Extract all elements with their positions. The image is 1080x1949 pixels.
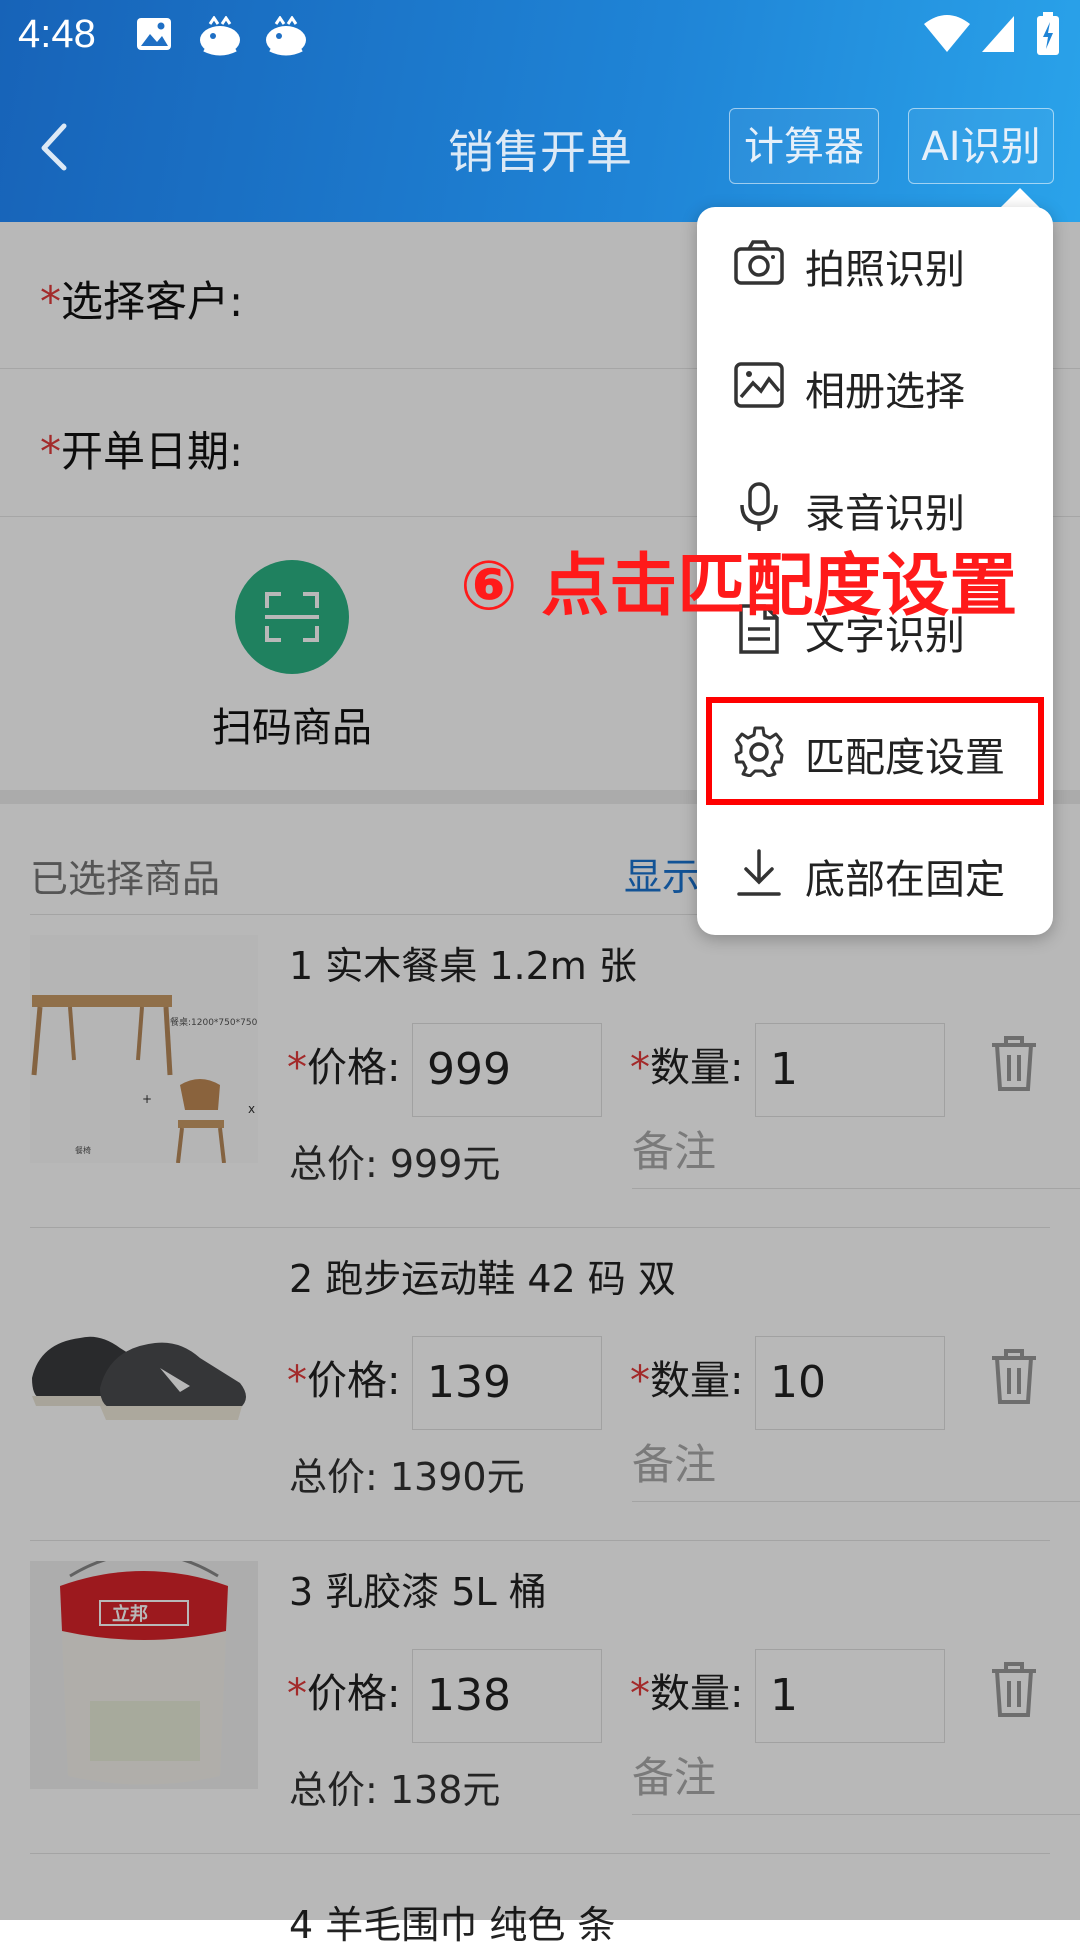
menu-item-label: 底部在固定 xyxy=(805,857,1005,903)
microphone-icon xyxy=(740,482,778,531)
app-header: 4:48 销售开单 计算器 AI识别 xyxy=(0,0,1080,222)
signal-icon xyxy=(982,16,1014,52)
camera-icon xyxy=(734,240,784,285)
status-time: 4:48 xyxy=(18,12,96,56)
menu-item-album-select[interactable]: 相册选择 xyxy=(697,329,1053,439)
highlight-box xyxy=(706,697,1044,805)
image-icon xyxy=(734,362,784,408)
calculator-button[interactable]: 计算器 xyxy=(729,108,879,184)
ai-recognize-button[interactable]: AI识别 xyxy=(908,108,1054,184)
app-notification-icon xyxy=(200,16,240,56)
menu-item-label: 拍照识别 xyxy=(805,247,965,293)
menu-arrow xyxy=(1000,188,1040,208)
menu-item-label: 相册选择 xyxy=(805,369,965,415)
app-notification-icon xyxy=(266,16,306,56)
download-icon xyxy=(737,849,781,896)
instruction-callout: ⑥ 点击匹配度设置 xyxy=(460,547,1018,626)
menu-item-bottom-fixed[interactable]: 底部在固定 xyxy=(697,817,1053,927)
menu-item-photo-recognize[interactable]: 拍照识别 xyxy=(697,207,1053,317)
status-bar: 4:48 xyxy=(0,0,1080,76)
wifi-icon xyxy=(924,15,970,52)
battery-icon xyxy=(1037,12,1059,55)
gallery-notification-icon xyxy=(137,18,171,50)
